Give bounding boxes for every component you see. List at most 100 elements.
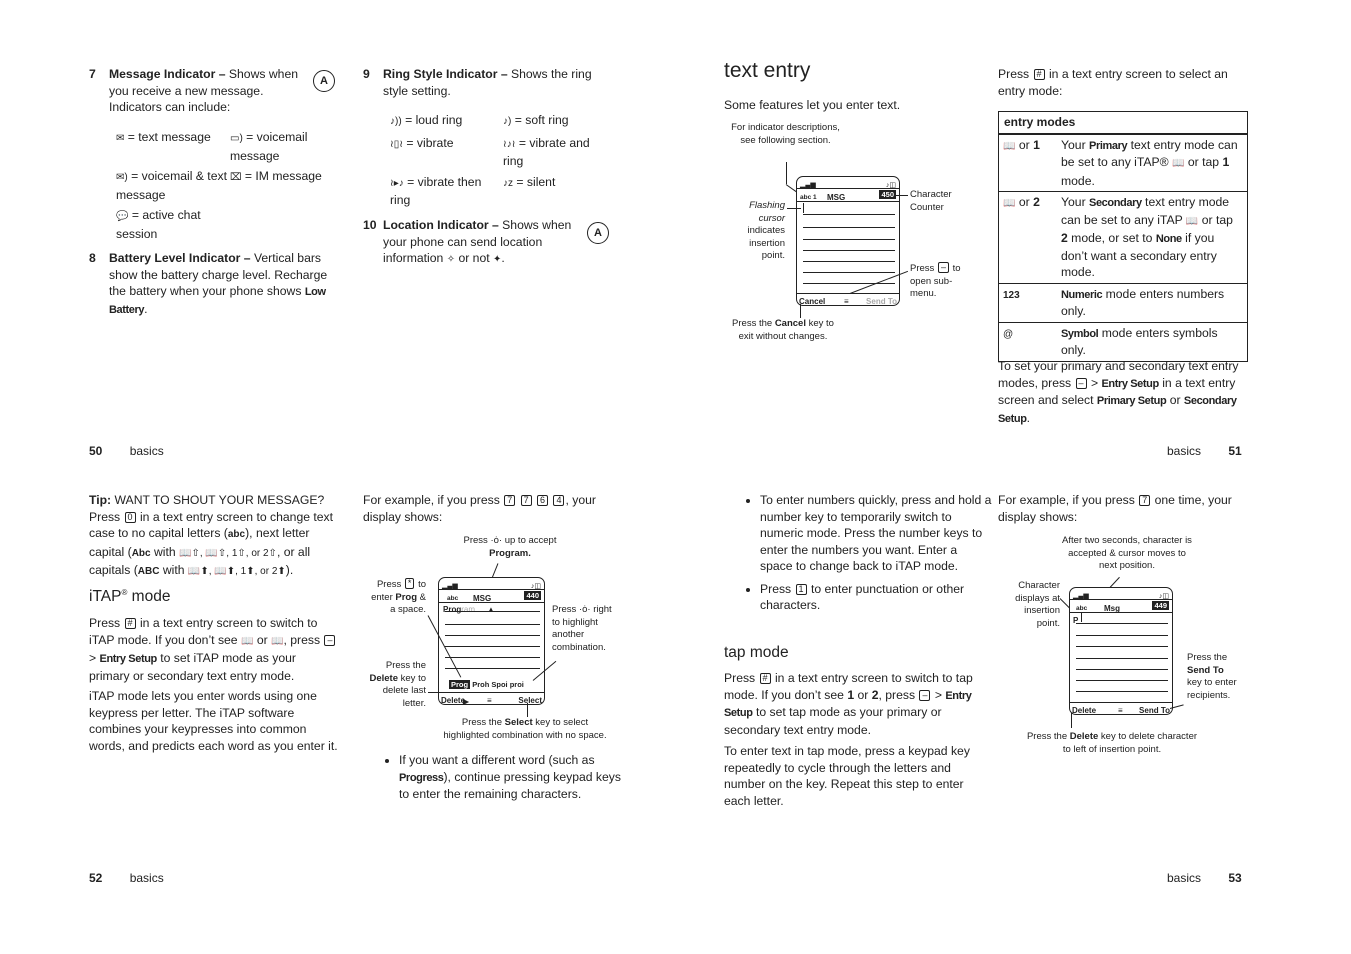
- bullet-list: To enter numbers quickly, press and hold…: [744, 492, 992, 620]
- caption-submenu: Press – to open sub-menu.: [910, 262, 961, 299]
- key-4-icon: 4: [553, 495, 565, 506]
- combo-list[interactable]: Proh Spoi proi: [472, 680, 524, 689]
- voicemail-icon: ▭): [230, 133, 243, 144]
- loud-ring-icon: ♪)): [390, 116, 402, 127]
- ring-vibrate-then-ring: ≀▸♪ = vibrate then ring: [390, 174, 482, 208]
- menu-key-icon: –: [1075, 377, 1087, 389]
- section-name: basics: [129, 871, 164, 885]
- highlighted-combo[interactable]: Prog: [449, 680, 471, 689]
- zero-key-icon: 0: [124, 511, 136, 523]
- status-bar: ▂▄▆ ♪◫: [1073, 589, 1169, 600]
- tip-paragraph: Tip: WANT TO SHOUT YOUR MESSAGE? Press 0…: [89, 492, 339, 581]
- key-7-icon: 7: [504, 495, 516, 506]
- list-item: Press 1 to enter punctuation or other ch…: [760, 581, 992, 614]
- itap-mode-heading: iTAP® mode: [89, 587, 171, 605]
- status-bar: ▂▄▆ ♪◫: [442, 579, 541, 590]
- screen-header: abc Msg 449: [1070, 599, 1172, 613]
- ring-soft: ♪) = soft ring: [503, 112, 613, 131]
- page-title: text entry: [724, 59, 811, 82]
- indicator-voicemail-text: ✉) = voicemail & text message: [116, 169, 227, 202]
- itap-book-2-icon: 📖: [1003, 198, 1016, 209]
- ring-vibrate-and-ring: ≀♪≀ = vibrate and ring: [503, 135, 590, 169]
- itap-book-icon: 📖: [1003, 140, 1016, 152]
- menu-key-icon: –: [937, 262, 949, 273]
- indicator-im-message: ⌧ = IM message: [230, 168, 340, 203]
- pound-key-icon: #: [124, 618, 136, 629]
- location-indicator-item: 10 Location Indicator – Shows when your …: [363, 217, 583, 269]
- nav-key-icon: ·ȯ·: [578, 604, 591, 615]
- key-6-icon: 6: [537, 495, 549, 506]
- soft-keys: Cancel ≡ Send To: [797, 293, 899, 306]
- delete-softkey[interactable]: Delete: [1072, 703, 1096, 720]
- ring-silent: ♪z = silent: [503, 174, 613, 209]
- intro-text: Some features let you enter text.: [724, 98, 901, 112]
- leader-line: [428, 692, 440, 693]
- soft-ring-icon: ♪): [503, 116, 512, 127]
- vibrate-then-ring-icon: ≀▸♪: [390, 177, 404, 189]
- page-number: 52: [89, 871, 103, 885]
- screen-header: abc MSG 440: [439, 589, 544, 603]
- item-title: Ring Style Indicator –: [383, 67, 508, 81]
- im-message-icon: ⌧: [230, 172, 242, 183]
- indicator-voicemail: ▭) = voicemail message: [230, 130, 308, 163]
- itap-caps-icon: 📖⬆, 📖⬆, 1⬆, or 2⬆: [187, 566, 286, 577]
- tap-para-2: To enter text in tap mode, press a keypa…: [724, 744, 970, 808]
- bullet-list: If you want a different word (such as Pr…: [383, 752, 631, 809]
- item-title: Location Indicator –: [383, 218, 499, 232]
- antenna-a-icon: A: [587, 222, 609, 244]
- example-paragraph: For example, if you press 7 7 6 4, your …: [363, 493, 596, 524]
- itap-book-2-icon: 📖: [271, 635, 284, 647]
- tap-example-paragraph: For example, if you press 7 one time, yo…: [998, 493, 1232, 524]
- menu-key-icon: –: [919, 689, 931, 701]
- ring-style-list: ♪)) = loud ring ♪) = soft ring ≀▯≀ = vib…: [390, 112, 613, 209]
- tip-label: Tip:: [89, 493, 112, 507]
- page-number: 51: [1228, 444, 1242, 458]
- table-row: 📖 or 2 Your Secondary text entry mode ca…: [998, 191, 1248, 284]
- typed-character: P: [1073, 616, 1079, 625]
- item-number: 8: [89, 251, 96, 265]
- send-to-softkey[interactable]: Send To: [1139, 703, 1170, 720]
- table-row: @ Symbol mode enters symbols only.: [998, 321, 1248, 362]
- item-title: Battery Level Indicator –: [109, 251, 251, 265]
- item-title: Message Indicator –: [109, 67, 226, 81]
- caption-select: Press the Select key to select highlight…: [443, 717, 607, 741]
- indicator-text-message: ✉ = text message: [116, 129, 230, 164]
- delete-softkey[interactable]: Delete: [441, 693, 465, 710]
- cancel-softkey[interactable]: Cancel: [799, 294, 825, 311]
- caption-flashing-cursor: Flashing cursor indicates insertion poin…: [747, 200, 786, 261]
- tap-mode-heading: tap mode: [724, 644, 789, 661]
- itap-para-1: Press # in a text entry screen to switch…: [89, 615, 339, 684]
- page-number: 53: [1228, 871, 1242, 885]
- itap-shift-icon: 📖⇧, 📖⇧, 1⇧, or 2⇧: [179, 547, 277, 559]
- text-message-icon: ✉: [116, 133, 125, 144]
- message-indicator-item: 7 Message Indicator – Shows when you rec…: [89, 66, 309, 116]
- page-number: 50: [89, 444, 103, 458]
- select-softkey[interactable]: Select: [518, 693, 542, 710]
- entry-modes-table: entry modes 📖 or 1 Your Primary text ent…: [998, 111, 1248, 362]
- ring-loud: ♪)) = loud ring: [390, 112, 503, 131]
- leader-line: [787, 208, 801, 209]
- caption-cancel: Press the Cancel key to exit without cha…: [732, 318, 834, 342]
- message-indicator-list: ✉ = text message ▭) = voicemail message …: [116, 129, 340, 242]
- caption-after-two-seconds: After two seconds, character is accepted…: [1062, 535, 1192, 571]
- itap-book-icon: 📖: [1172, 158, 1185, 169]
- character-counter: 450: [879, 190, 896, 199]
- table-row: 123 Numeric mode enters numbers only.: [998, 282, 1248, 323]
- star-key-icon: *: [404, 578, 415, 589]
- itap-para-2: iTAP mode lets you enter words using one…: [89, 689, 338, 753]
- phone-screen-itap: ▂▄▆ ♪◫ abc MSG 440 Program ▲ Prog Proh Sp…: [438, 577, 545, 706]
- menu-key-icon: –: [324, 634, 336, 646]
- screen-header: abc 1 MSG 450: [797, 188, 899, 202]
- voicemail-text-icon: ✉): [116, 172, 128, 183]
- table-row: 📖 or 1 Your Primary text entry mode can …: [998, 133, 1248, 192]
- entry-mode-intro: Press # in a text entry screen to select…: [998, 67, 1228, 98]
- caption-accept: Press ·ȯ· up to accept Program.: [463, 535, 557, 559]
- key-7-icon: 7: [1139, 495, 1151, 506]
- ring-style-item: 9 Ring Style Indicator – Shows the ring …: [363, 67, 592, 98]
- leader-line: [896, 195, 908, 196]
- send-to-softkey[interactable]: Send To: [866, 294, 897, 311]
- leader-line: [786, 162, 787, 184]
- status-bar: ▂▄▆ ♪◫: [800, 178, 896, 189]
- nav-key-icon: ·ȯ·: [490, 535, 503, 546]
- key-1-icon: 1: [795, 583, 807, 595]
